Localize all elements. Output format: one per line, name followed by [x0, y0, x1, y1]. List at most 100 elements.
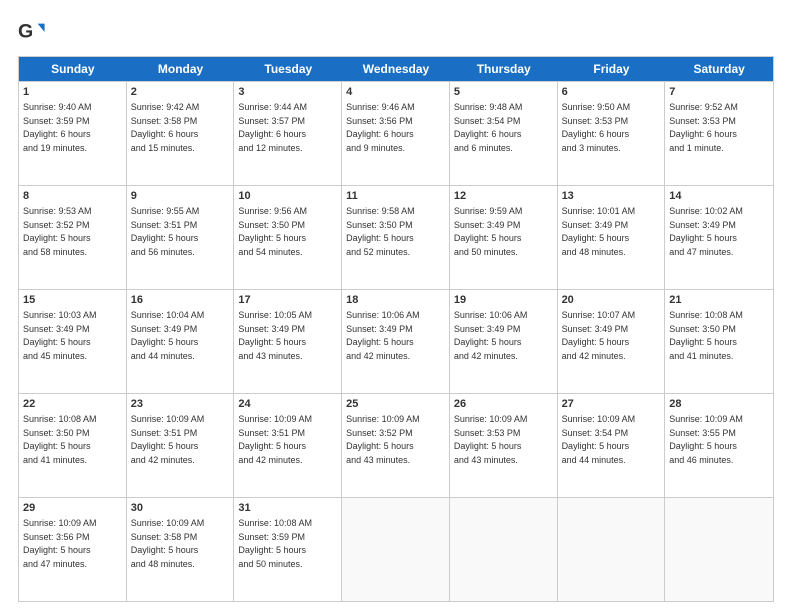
- day-cell-8: 8 Sunrise: 9:53 AM Sunset: 3:52 PM Daylig…: [19, 186, 127, 289]
- calendar: SundayMondayTuesdayWednesdayThursdayFrid…: [18, 56, 774, 602]
- day-number: 23: [131, 397, 230, 412]
- day-cell-24: 24 Sunrise: 10:09 AM Sunset: 3:51 PM Dayl…: [234, 394, 342, 497]
- day-of-week-wednesday: Wednesday: [342, 57, 450, 81]
- day-info: Sunrise: 9:42 AM Sunset: 3:58 PM Dayligh…: [131, 102, 200, 153]
- day-cell-4: 4 Sunrise: 9:46 AM Sunset: 3:56 PM Daylig…: [342, 82, 450, 185]
- day-number: 15: [23, 293, 122, 308]
- day-number: 1: [23, 85, 122, 100]
- day-cell-6: 6 Sunrise: 9:50 AM Sunset: 3:53 PM Daylig…: [558, 82, 666, 185]
- day-info: Sunrise: 10:07 AM Sunset: 3:49 PM Daylig…: [562, 310, 636, 361]
- empty-cell: [342, 498, 450, 601]
- day-number: 21: [669, 293, 769, 308]
- svg-text:G: G: [18, 21, 33, 43]
- day-cell-28: 28 Sunrise: 10:09 AM Sunset: 3:55 PM Dayl…: [665, 394, 773, 497]
- page-header: G: [18, 18, 774, 46]
- day-info: Sunrise: 9:46 AM Sunset: 3:56 PM Dayligh…: [346, 102, 415, 153]
- day-cell-17: 17Sunrise: 10:05 AM Sunset: 3:49 PM Dayl…: [234, 290, 342, 393]
- empty-cell: [450, 498, 558, 601]
- day-info: Sunrise: 10:09 AM Sunset: 3:55 PM Daylig…: [669, 414, 743, 465]
- day-info: Sunrise: 10:01 AM Sunset: 3:49 PM Daylig…: [562, 206, 636, 257]
- day-info: Sunrise: 10:04 AM Sunset: 3:49 PM Daylig…: [131, 310, 205, 361]
- day-number: 30: [131, 501, 230, 516]
- empty-cell: [665, 498, 773, 601]
- day-cell-26: 26 Sunrise: 10:09 AM Sunset: 3:53 PM Dayl…: [450, 394, 558, 497]
- day-of-week-sunday: Sunday: [19, 57, 127, 81]
- day-number: 5: [454, 85, 553, 100]
- day-number: 12: [454, 189, 553, 204]
- day-info: Sunrise: 9:55 AM Sunset: 3:51 PM Dayligh…: [131, 206, 200, 257]
- day-cell-30: 30Sunrise: 10:09 AM Sunset: 3:58 PM Dayl…: [127, 498, 235, 601]
- day-info: Sunrise: 9:40 AM Sunset: 3:59 PM Dayligh…: [23, 102, 92, 153]
- day-number: 8: [23, 189, 122, 204]
- day-cell-15: 15 Sunrise: 10:03 AM Sunset: 3:49 PM Dayl…: [19, 290, 127, 393]
- day-info: Sunrise: 10:09 AM Sunset: 3:52 PM Daylig…: [346, 414, 420, 465]
- day-cell-18: 18 Sunrise: 10:06 AM Sunset: 3:49 PM Dayl…: [342, 290, 450, 393]
- day-info: Sunrise: 9:48 AM Sunset: 3:54 PM Dayligh…: [454, 102, 523, 153]
- day-info: Sunrise: 9:44 AM Sunset: 3:57 PM Dayligh…: [238, 102, 307, 153]
- day-number: 27: [562, 397, 661, 412]
- day-info: Sunrise: 10:09 AM Sunset: 3:51 PM Daylig…: [238, 414, 312, 465]
- calendar-row-1: 8 Sunrise: 9:53 AM Sunset: 3:52 PM Daylig…: [19, 185, 773, 289]
- day-info: Sunrise: 9:58 AM Sunset: 3:50 PM Dayligh…: [346, 206, 415, 257]
- day-info: Sunrise: 10:09 AM Sunset: 3:51 PM Daylig…: [131, 414, 205, 465]
- day-info: Sunrise: 10:03 AM Sunset: 3:49 PM Daylig…: [23, 310, 97, 361]
- day-number: 31: [238, 501, 337, 516]
- day-cell-5: 5 Sunrise: 9:48 AM Sunset: 3:54 PM Daylig…: [450, 82, 558, 185]
- day-number: 19: [454, 293, 553, 308]
- day-cell-29: 29Sunrise: 10:09 AM Sunset: 3:56 PM Dayl…: [19, 498, 127, 601]
- calendar-header: SundayMondayTuesdayWednesdayThursdayFrid…: [19, 57, 773, 81]
- empty-cell: [558, 498, 666, 601]
- day-number: 16: [131, 293, 230, 308]
- day-number: 4: [346, 85, 445, 100]
- day-info: Sunrise: 9:59 AM Sunset: 3:49 PM Dayligh…: [454, 206, 523, 257]
- day-cell-9: 9 Sunrise: 9:55 AM Sunset: 3:51 PM Daylig…: [127, 186, 235, 289]
- day-number: 11: [346, 189, 445, 204]
- day-cell-21: 21 Sunrise: 10:08 AM Sunset: 3:50 PM Dayl…: [665, 290, 773, 393]
- day-number: 13: [562, 189, 661, 204]
- day-cell-14: 14 Sunrise: 10:02 AM Sunset: 3:49 PM Dayl…: [665, 186, 773, 289]
- day-cell-2: 2Sunrise: 9:42 AM Sunset: 3:58 PM Daylig…: [127, 82, 235, 185]
- day-number: 28: [669, 397, 769, 412]
- calendar-row-2: 15 Sunrise: 10:03 AM Sunset: 3:49 PM Dayl…: [19, 289, 773, 393]
- day-number: 7: [669, 85, 769, 100]
- day-number: 14: [669, 189, 769, 204]
- day-number: 18: [346, 293, 445, 308]
- day-number: 10: [238, 189, 337, 204]
- day-number: 17: [238, 293, 337, 308]
- day-number: 20: [562, 293, 661, 308]
- day-cell-22: 22 Sunrise: 10:08 AM Sunset: 3:50 PM Dayl…: [19, 394, 127, 497]
- day-info: Sunrise: 9:53 AM Sunset: 3:52 PM Dayligh…: [23, 206, 92, 257]
- day-cell-23: 23 Sunrise: 10:09 AM Sunset: 3:51 PM Dayl…: [127, 394, 235, 497]
- day-info: Sunrise: 10:08 AM Sunset: 3:59 PM Daylig…: [238, 518, 312, 569]
- day-number: 9: [131, 189, 230, 204]
- day-number: 24: [238, 397, 337, 412]
- calendar-row-3: 22 Sunrise: 10:08 AM Sunset: 3:50 PM Dayl…: [19, 393, 773, 497]
- calendar-body: 1 Sunrise: 9:40 AM Sunset: 3:59 PM Daylig…: [19, 81, 773, 601]
- day-of-week-monday: Monday: [127, 57, 235, 81]
- calendar-row-4: 29Sunrise: 10:09 AM Sunset: 3:56 PM Dayl…: [19, 497, 773, 601]
- day-of-week-tuesday: Tuesday: [234, 57, 342, 81]
- day-cell-13: 13 Sunrise: 10:01 AM Sunset: 3:49 PM Dayl…: [558, 186, 666, 289]
- day-info: Sunrise: 10:06 AM Sunset: 3:49 PM Daylig…: [346, 310, 420, 361]
- day-number: 22: [23, 397, 122, 412]
- logo-icon: G: [18, 18, 46, 46]
- day-cell-27: 27Sunrise: 10:09 AM Sunset: 3:54 PM Dayl…: [558, 394, 666, 497]
- day-number: 25: [346, 397, 445, 412]
- logo: G: [18, 18, 50, 46]
- day-of-week-friday: Friday: [558, 57, 666, 81]
- day-info: Sunrise: 9:50 AM Sunset: 3:53 PM Dayligh…: [562, 102, 631, 153]
- day-number: 29: [23, 501, 122, 516]
- day-number: 26: [454, 397, 553, 412]
- day-info: Sunrise: 9:56 AM Sunset: 3:50 PM Dayligh…: [238, 206, 307, 257]
- day-info: Sunrise: 9:52 AM Sunset: 3:53 PM Dayligh…: [669, 102, 738, 153]
- day-info: Sunrise: 10:09 AM Sunset: 3:53 PM Daylig…: [454, 414, 528, 465]
- day-info: Sunrise: 10:02 AM Sunset: 3:49 PM Daylig…: [669, 206, 743, 257]
- calendar-row-0: 1 Sunrise: 9:40 AM Sunset: 3:59 PM Daylig…: [19, 81, 773, 185]
- day-cell-31: 31 Sunrise: 10:08 AM Sunset: 3:59 PM Dayl…: [234, 498, 342, 601]
- day-cell-12: 12 Sunrise: 9:59 AM Sunset: 3:49 PM Dayli…: [450, 186, 558, 289]
- day-info: Sunrise: 10:08 AM Sunset: 3:50 PM Daylig…: [23, 414, 97, 465]
- day-info: Sunrise: 10:06 AM Sunset: 3:49 PM Daylig…: [454, 310, 528, 361]
- day-info: Sunrise: 10:08 AM Sunset: 3:50 PM Daylig…: [669, 310, 743, 361]
- day-cell-7: 7 Sunrise: 9:52 AM Sunset: 3:53 PM Daylig…: [665, 82, 773, 185]
- day-number: 6: [562, 85, 661, 100]
